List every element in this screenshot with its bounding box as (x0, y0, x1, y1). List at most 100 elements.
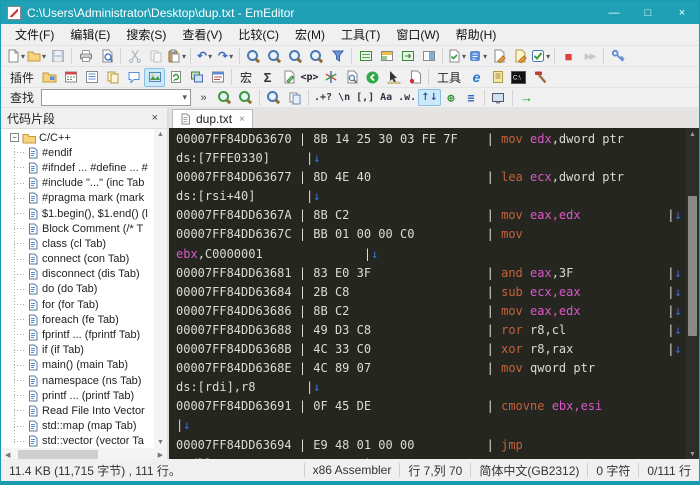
editor-surface[interactable]: 00007FF84DD63670 | 8B 14 25 30 03 FE 7F … (169, 128, 699, 461)
macro-cursor-icon[interactable] (383, 68, 404, 87)
close-button[interactable]: × (665, 1, 699, 24)
menu-item[interactable]: 查看(V) (174, 24, 230, 45)
collapse-icon[interactable]: − (10, 133, 19, 143)
snippet-item[interactable]: Read File Into Vector (1, 403, 154, 418)
new-file-button[interactable]: ▾ (5, 47, 26, 66)
plugin-snippets-icon[interactable] (144, 67, 166, 87)
plugin-tooltip-icon[interactable] (123, 68, 144, 87)
find-input-field[interactable] (42, 90, 182, 105)
macro-edit-icon[interactable] (278, 68, 299, 87)
replace-button[interactable] (285, 47, 306, 66)
snippet-item[interactable]: foreach (fe Tab) (1, 312, 154, 327)
split-window-button[interactable] (376, 47, 397, 66)
snippet-item[interactable]: #endif (1, 145, 154, 160)
minimize-button[interactable]: — (597, 1, 631, 24)
snippet-item[interactable]: do (do Tab) (1, 282, 154, 297)
status-caret-position[interactable]: 行 7,列 70 (400, 462, 470, 479)
jump-button[interactable]: → (516, 88, 537, 107)
find-overflow-button[interactable]: » (193, 88, 214, 107)
snippet-item[interactable]: for (for Tab) (1, 297, 154, 312)
menu-item[interactable]: 工具(T) (333, 24, 388, 45)
pin-button[interactable] (607, 47, 628, 66)
snippet-item[interactable]: printf ... (printf Tab) (1, 388, 154, 403)
find-previous-button[interactable] (214, 88, 235, 107)
copy-button[interactable] (145, 47, 166, 66)
cut-button[interactable] (124, 47, 145, 66)
tool-cmd-icon[interactable]: C:\ (508, 68, 529, 87)
tool-build-icon[interactable] (529, 68, 550, 87)
run-macro-button[interactable]: ▶▶ (579, 47, 600, 66)
replace-in-files-button[interactable] (306, 47, 327, 66)
snippets-button[interactable]: ▾ (446, 47, 467, 66)
print-preview-button[interactable] (96, 47, 117, 66)
menu-item[interactable]: 文件(F) (7, 24, 62, 45)
tab-close-icon[interactable]: × (239, 114, 245, 125)
select-config-button[interactable]: ▾ (530, 47, 551, 66)
editor-line[interactable]: 00007FF84DD63677 | 8D 4E 40 | lea ecx,dw… (176, 168, 686, 187)
edit-config-button[interactable] (488, 47, 509, 66)
find-button[interactable] (243, 47, 264, 66)
find-in-files-button[interactable] (264, 47, 285, 66)
editor-line[interactable]: 00007FF84DD63684 | 2B C8 | sub ecx,eax |… (176, 283, 686, 302)
macro-ptag-icon[interactable]: <p> (299, 68, 320, 87)
snippet-item[interactable]: if (if Tab) (1, 343, 154, 358)
escape-seq-toggle[interactable]: \n (334, 89, 354, 106)
list-matches-toggle[interactable]: ≡ (461, 89, 481, 106)
editor-line[interactable]: 00007FF84DD63681 | 83 E0 3F | and eax,3F… (176, 264, 686, 283)
filter-button[interactable] (327, 47, 348, 66)
paste-button[interactable]: ▾ (166, 47, 187, 66)
sync-scroll-button[interactable] (397, 47, 418, 66)
scroll-left-icon[interactable]: ◀ (1, 451, 14, 459)
editor-text[interactable]: 00007FF84DD63670 | 8B 14 25 30 03 FE 7F … (176, 130, 686, 461)
macro-sigma-icon[interactable]: Σ (257, 68, 278, 87)
editor-vertical-scrollbar[interactable]: ▲ ▼ (686, 128, 699, 461)
editor-line[interactable]: 00007FF84DD6368E | 4C 89 07 | mov qword … (176, 359, 686, 378)
menu-item[interactable]: 编辑(E) (62, 24, 118, 45)
snippet-item[interactable]: class (cl Tab) (1, 236, 154, 251)
snippet-item[interactable]: namespace (ns Tab) (1, 373, 154, 388)
editor-line[interactable]: 00007FF84DD6367C | BB 01 00 00 C0 | mov (176, 225, 686, 244)
macro-reference-icon[interactable] (320, 68, 341, 87)
find-in-docs-button[interactable] (284, 88, 305, 107)
compare-windows-button[interactable] (418, 47, 439, 66)
menu-item[interactable]: 窗口(W) (388, 24, 447, 45)
plugin-open-documents-icon[interactable] (81, 68, 102, 87)
menu-item[interactable]: 帮助(H) (448, 24, 505, 45)
menu-item[interactable]: 比较(C) (230, 24, 287, 45)
plugin-html-bar-icon[interactable] (60, 68, 81, 87)
whole-word-toggle[interactable]: .w. (396, 89, 418, 106)
snippet-item[interactable]: #include "..." (inc Tab (1, 176, 154, 191)
combo-dropdown-icon[interactable]: ▾ (182, 92, 190, 103)
tree-vertical-scrollbar[interactable]: ▲ ▼ (154, 129, 167, 448)
save-button[interactable] (47, 47, 68, 66)
snippet-item[interactable]: fprintf ... (fprintf Tab) (1, 327, 154, 342)
snippet-item[interactable]: #ifndef ... #define ... # (1, 160, 154, 175)
macro-find-icon[interactable] (341, 68, 362, 87)
editor-line[interactable]: 00007FF84DD6368B | 4C 33 C0 | xor r8,rax… (176, 340, 686, 359)
screen-option-button[interactable] (488, 88, 509, 107)
scroll-down-icon[interactable]: ▼ (157, 439, 164, 446)
editor-line[interactable]: ds:[rdi],r8 |↓ (176, 378, 686, 397)
redo-button[interactable]: ↷ ▾ (215, 47, 236, 66)
record-macro-button[interactable]: ■ (558, 47, 579, 66)
snippets-root-folder[interactable]: − C/C++ (1, 130, 154, 145)
scroll-up-icon[interactable]: ▲ (157, 131, 164, 138)
undo-button[interactable]: ↶ ▾ (194, 47, 215, 66)
number-range-toggle[interactable]: [,] (354, 89, 376, 106)
snippet-item[interactable]: connect (con Tab) (1, 252, 154, 267)
maximize-button[interactable]: □ (631, 1, 665, 24)
editor-line[interactable]: ds:[7FFE0330] |↓ (176, 149, 686, 168)
outline-button[interactable]: ▾ (467, 47, 488, 66)
editor-line[interactable]: |↓ (176, 416, 686, 435)
plugin-word-count-icon[interactable] (207, 68, 228, 87)
search-direction-toggle[interactable]: ↑↓ (418, 89, 441, 106)
snippet-item[interactable]: std::vector (vector Ta (1, 434, 154, 448)
status-syntax[interactable]: x86 Assembler (305, 463, 400, 477)
open-file-button[interactable]: ▾ (26, 47, 47, 66)
find-next-button[interactable] (235, 88, 256, 107)
scrollbar-thumb[interactable] (18, 450, 99, 459)
regex-toggle[interactable]: .+? (312, 89, 334, 106)
plugin-explorer-icon[interactable] (39, 68, 60, 87)
tab-dup-txt[interactable]: dup.txt × (172, 109, 253, 128)
define-config-button[interactable] (509, 47, 530, 66)
